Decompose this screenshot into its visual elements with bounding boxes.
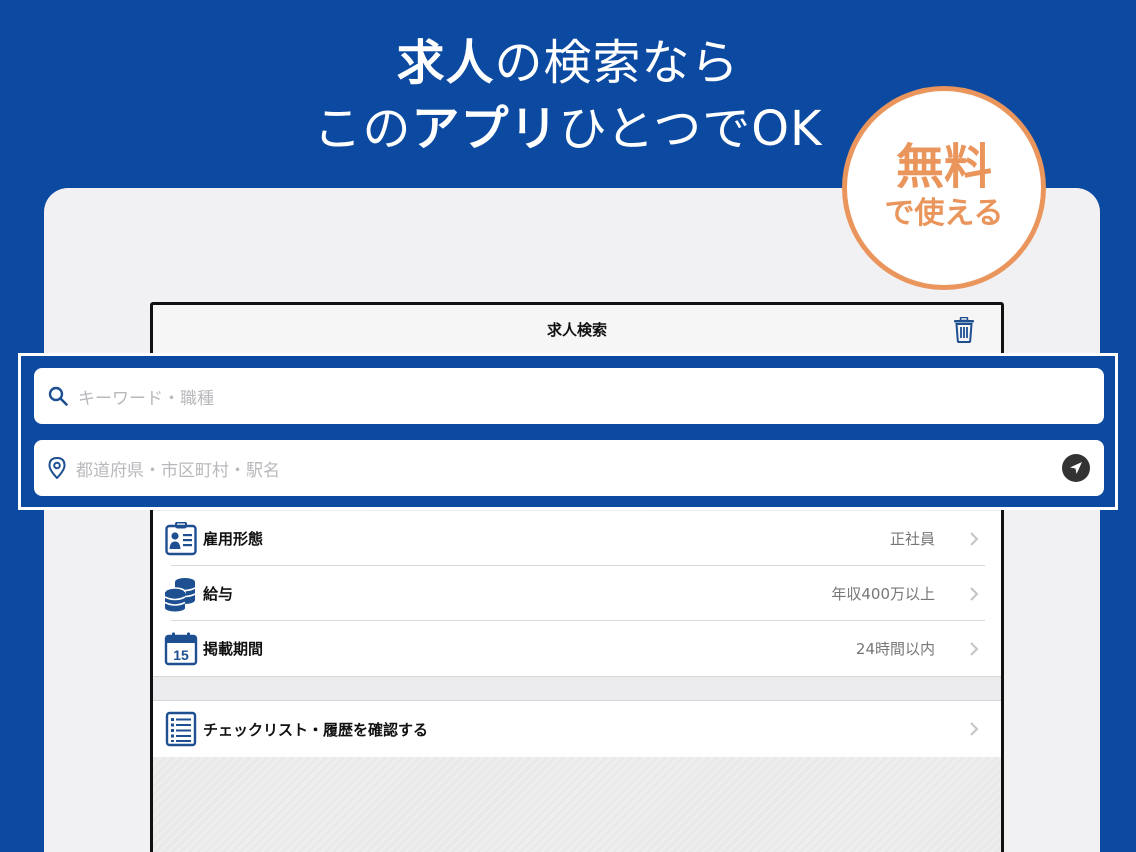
chevron-right-icon: [970, 586, 979, 601]
keyword-placeholder: キーワード・職種: [78, 388, 214, 409]
headline-text-1: の検索なら: [494, 35, 740, 91]
navigation-bar: 求人検索: [153, 305, 1001, 355]
filter-label: 雇用形態: [203, 530, 264, 548]
id-card-icon: [163, 521, 199, 557]
headline-bold-2: アプリ: [411, 101, 559, 157]
filter-row-posting-period[interactable]: 15 掲載期間 24時間以内: [153, 621, 1001, 676]
filter-label: 給与: [203, 585, 234, 603]
filter-list: 雇用形態 正社員 給与 年収400万以上 15 掲載期間 24時間以内 チェック…: [153, 511, 1001, 757]
filter-label: 掲載期間: [203, 640, 264, 658]
trash-icon[interactable]: [953, 317, 975, 343]
filter-row-salary[interactable]: 給与 年収400万以上: [153, 566, 1001, 621]
filter-value: 正社員: [889, 530, 935, 548]
filter-value: 24時間以内: [855, 640, 935, 658]
checklist-history-row[interactable]: チェックリスト・履歴を確認する: [153, 701, 1001, 757]
headline-bold-1: 求人: [396, 35, 495, 91]
coins-icon: [163, 576, 199, 612]
search-panel: キーワード・職種 都道府県・市区町村・駅名: [18, 353, 1118, 510]
navigation-arrow-icon: [1070, 462, 1082, 474]
badge-sub-text: で使える: [884, 196, 1004, 231]
chevron-right-icon: [970, 531, 979, 546]
headline-text-2b: ひとつでOK: [558, 101, 823, 157]
free-badge: 無料 で使える: [842, 86, 1046, 290]
calendar-day-text: 15: [173, 647, 189, 663]
headline-line-1: 求人の検索なら: [0, 30, 1136, 96]
page-title: 求人検索: [546, 321, 607, 339]
chevron-right-icon: [970, 722, 979, 736]
keyword-search-input[interactable]: キーワード・職種: [34, 368, 1104, 424]
location-search-input[interactable]: 都道府県・市区町村・駅名: [34, 440, 1104, 496]
location-placeholder: 都道府県・市区町村・駅名: [76, 460, 280, 481]
search-icon: [48, 386, 68, 406]
filter-value: 年収400万以上: [831, 585, 935, 603]
checklist-label: チェックリスト・履歴を確認する: [203, 720, 429, 739]
filter-row-employment-type[interactable]: 雇用形態 正社員: [153, 511, 1001, 566]
calendar-icon: 15: [163, 631, 199, 667]
headline-text-2a: この: [313, 101, 412, 157]
list-icon: [163, 711, 199, 747]
section-gap: [153, 676, 1001, 701]
location-pin-icon: [48, 457, 66, 479]
current-location-button[interactable]: [1062, 454, 1090, 482]
badge-main-text: 無料: [895, 139, 992, 195]
chevron-right-icon: [970, 641, 979, 656]
